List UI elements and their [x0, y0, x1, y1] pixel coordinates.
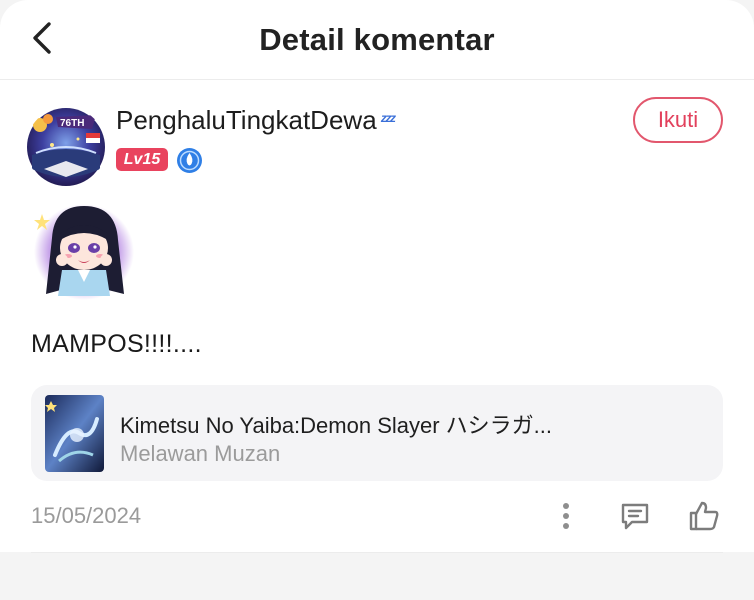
comment-date: 15/05/2024: [31, 503, 142, 528]
episode-thumbnail: [45, 395, 104, 472]
rank-badge-icon: [177, 148, 202, 173]
reply-comment-icon: [621, 503, 649, 530]
like-button[interactable]: [684, 496, 724, 536]
avatar-badge-text: 76TH: [60, 118, 84, 129]
follow-button[interactable]: Ikuti: [633, 97, 723, 143]
content-panel: Detail komentar 76TH PenghaluTingkatDewa…: [0, 0, 754, 553]
more-vertical-icon: [563, 503, 569, 529]
comment-detail-screen: Detail komentar 76TH PenghaluTingkatDewa…: [0, 0, 754, 600]
avatar-image: 76TH: [27, 108, 105, 186]
username-text: PenghaluTingkatDewa: [116, 105, 377, 135]
reply-button[interactable]: [615, 496, 655, 536]
sleep-zzz-icon: ᶻᶻᶻ: [380, 110, 396, 130]
episode-title: Kimetsu No Yaiba:Demon Slayer ハシラガ...: [120, 413, 553, 438]
level-badge: Lv15: [116, 148, 168, 171]
more-options-button[interactable]: [546, 496, 586, 536]
referenced-episode-card[interactable]: Kimetsu No Yaiba:Demon Slayer ハシラガ... Me…: [31, 385, 723, 481]
page-title: Detail komentar: [259, 22, 495, 57]
anime-girl-sticker-image: [34, 204, 134, 300]
top-bar: Detail komentar: [0, 0, 754, 80]
divider: [31, 552, 723, 553]
episode-cover-image: [45, 395, 104, 472]
avatar[interactable]: 76TH: [26, 107, 106, 187]
comment-text: MAMPOS!!!!....: [31, 330, 202, 358]
episode-subtitle: Melawan Muzan: [120, 441, 281, 466]
comment-sticker: [32, 198, 136, 302]
thumbs-up-icon: [689, 501, 719, 531]
username[interactable]: PenghaluTingkatDewa ᶻᶻᶻ: [116, 105, 396, 136]
